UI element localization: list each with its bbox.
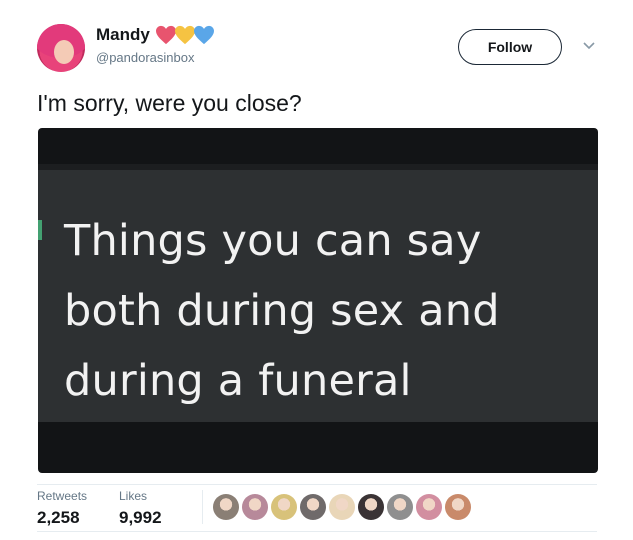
media-accent-bar <box>38 220 42 240</box>
tweet-header: Mandy @pandorasinbox Follow <box>0 0 633 82</box>
media-caption: Things you can say both during sex and d… <box>64 206 584 416</box>
chevron-down-path <box>583 42 595 50</box>
liker-avatar[interactable] <box>300 494 326 520</box>
name-emoji-hearts <box>155 25 214 45</box>
pink-heart-shape <box>155 25 176 45</box>
tweet-text: I'm sorry, were you close? <box>37 90 302 116</box>
retweets-stat[interactable]: Retweets 2,258 <box>37 489 87 528</box>
author-name-row: Mandy <box>96 25 214 45</box>
chevron-down-icon[interactable] <box>582 41 596 51</box>
follow-button[interactable]: Follow <box>458 29 562 65</box>
yellow-heart-shape <box>174 25 195 45</box>
liker-avatar[interactable] <box>387 494 413 520</box>
media-caption-line-2: both during sex and <box>64 286 500 336</box>
blue-heart-icon <box>193 25 214 45</box>
author-handle[interactable]: @pandorasinbox <box>96 50 194 65</box>
likes-stat[interactable]: Likes 9,992 <box>119 489 162 528</box>
liker-avatar[interactable] <box>213 494 239 520</box>
blue-heart-shape <box>193 25 214 45</box>
liker-avatar[interactable] <box>416 494 442 520</box>
media-caption-line-1: Things you can say <box>64 216 482 266</box>
likes-count: 9,992 <box>119 508 162 527</box>
liker-avatar[interactable] <box>242 494 268 520</box>
likes-label: Likes <box>119 489 148 503</box>
media-caption-line-3: during a funeral <box>64 356 412 406</box>
author-avatar[interactable] <box>37 24 85 72</box>
retweets-count: 2,258 <box>37 508 80 527</box>
stats-separator <box>202 490 203 524</box>
liker-avatar[interactable] <box>271 494 297 520</box>
liker-avatar[interactable] <box>445 494 471 520</box>
avatar-face <box>54 40 74 64</box>
author-name[interactable]: Mandy <box>96 25 150 45</box>
stats-divider-top <box>37 484 597 485</box>
tweet-media-image[interactable]: Things you can say both during sex and d… <box>38 128 598 473</box>
stats-divider-bottom <box>37 531 597 532</box>
liker-avatars <box>213 494 474 520</box>
retweets-label: Retweets <box>37 489 88 503</box>
liker-avatar[interactable] <box>329 494 355 520</box>
liker-avatar[interactable] <box>358 494 384 520</box>
